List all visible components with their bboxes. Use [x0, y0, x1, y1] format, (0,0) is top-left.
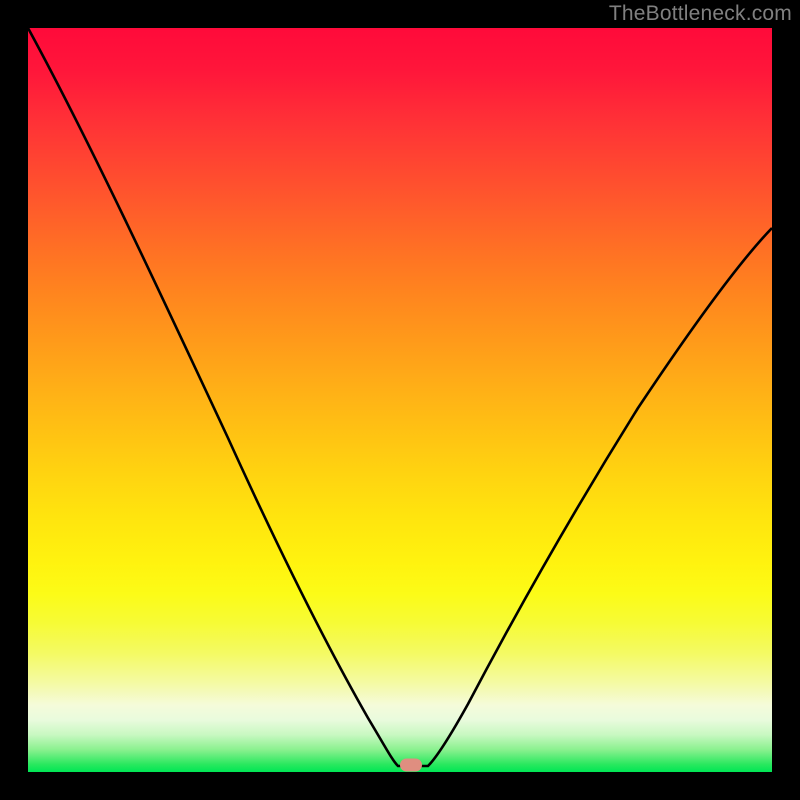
- curve-layer: [28, 28, 772, 772]
- balance-marker: [400, 758, 422, 771]
- chart-frame: TheBottleneck.com: [0, 0, 800, 800]
- bottleneck-curve: [28, 28, 772, 766]
- watermark-text: TheBottleneck.com: [609, 2, 792, 26]
- plot-area: [28, 28, 772, 772]
